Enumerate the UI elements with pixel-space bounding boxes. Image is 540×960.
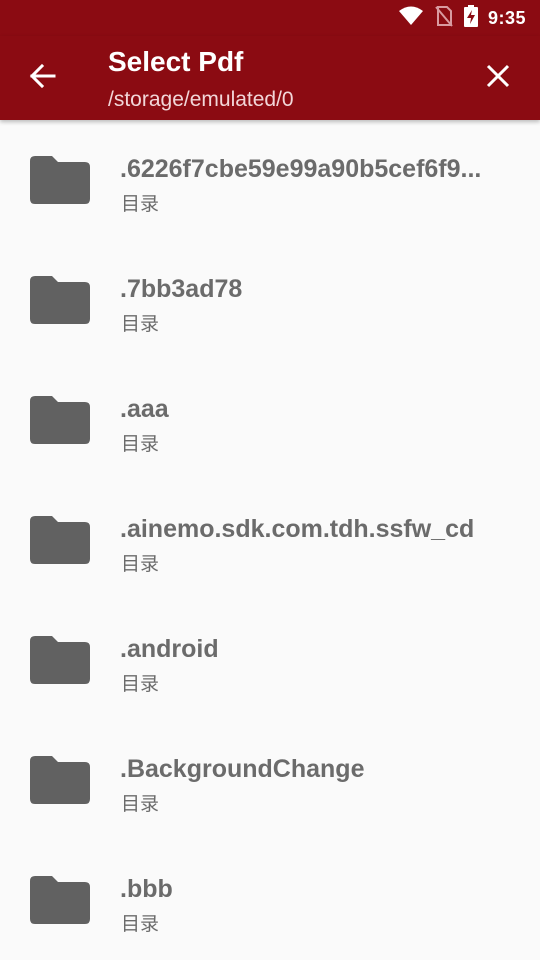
file-type: 目录 — [121, 793, 160, 815]
file-name: .6226f7cbe59e99a90b5cef6f9... — [120, 155, 482, 183]
file-type: 目录 — [121, 313, 160, 335]
close-button[interactable] — [474, 54, 522, 102]
file-name: .aaa — [120, 395, 169, 423]
file-name: .android — [120, 635, 219, 663]
status-bar: 9:35 — [0, 0, 540, 36]
list-item[interactable]: .7bb3ad78 目录 — [0, 240, 540, 360]
list-item[interactable]: .ainemo.sdk.com.tdh.ssfw_cd 目录 — [0, 480, 540, 600]
current-path: /storage/emulated/0 — [108, 88, 294, 111]
list-item[interactable]: .bbb 目录 — [0, 840, 540, 960]
folder-icon — [30, 156, 90, 204]
battery-charging-icon — [463, 4, 478, 32]
folder-icon — [30, 876, 90, 924]
close-icon — [486, 64, 510, 93]
page-title: Select Pdf — [108, 46, 244, 77]
folder-icon — [30, 396, 90, 444]
file-type: 目录 — [121, 433, 160, 455]
folder-icon — [30, 516, 90, 564]
file-type: 目录 — [121, 193, 160, 215]
back-arrow-icon — [28, 62, 56, 95]
folder-icon — [30, 276, 90, 324]
status-time: 9:35 — [487, 7, 526, 28]
folder-icon — [30, 636, 90, 684]
app-bar: Select Pdf /storage/emulated/0 — [0, 36, 540, 120]
back-button[interactable] — [18, 54, 66, 102]
file-type: 目录 — [121, 553, 160, 575]
status-icons: 9:35 — [398, 0, 526, 36]
file-type: 目录 — [121, 913, 160, 935]
file-name: .ainemo.sdk.com.tdh.ssfw_cd — [120, 515, 475, 543]
folder-icon — [30, 756, 90, 804]
list-item[interactable]: .aaa 目录 — [0, 360, 540, 480]
list-item[interactable]: .BackgroundChange 目录 — [0, 720, 540, 840]
list-item[interactable]: .android 目录 — [0, 600, 540, 720]
file-type: 目录 — [121, 673, 160, 695]
file-name: .7bb3ad78 — [120, 275, 243, 303]
no-sim-icon — [434, 5, 454, 32]
file-list[interactable]: .6226f7cbe59e99a90b5cef6f9... 目录 .7bb3ad… — [0, 120, 540, 960]
file-name: .bbb — [120, 875, 173, 903]
wifi-icon — [398, 6, 424, 31]
file-name: .BackgroundChange — [120, 755, 365, 783]
list-item[interactable]: .6226f7cbe59e99a90b5cef6f9... 目录 — [0, 120, 540, 240]
